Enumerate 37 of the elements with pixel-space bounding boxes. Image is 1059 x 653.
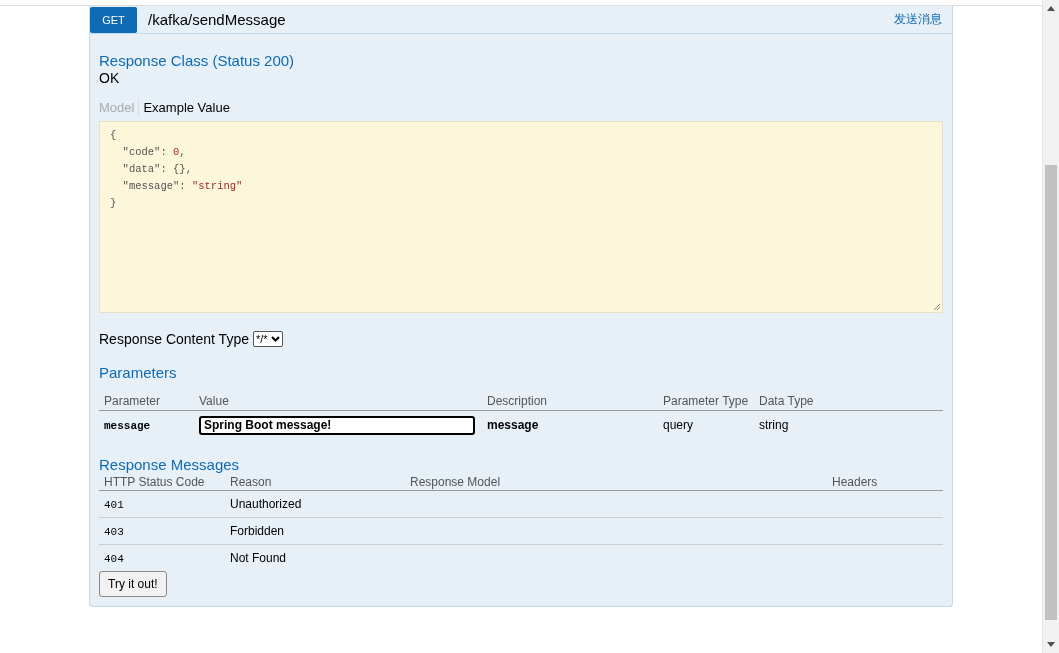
content-type-select[interactable]: */* — [252, 331, 283, 347]
model-tab[interactable]: Example Value — [138, 98, 234, 117]
status-code: 401 — [104, 499, 124, 511]
parameter-name: message — [104, 420, 151, 432]
parameter-description: message — [487, 418, 539, 432]
example-value-code: { "code": 0, "data": {}, "message": "string" } — [99, 121, 943, 313]
section-title: Parameters — [99, 364, 178, 381]
try-it-out-button[interactable]: Try it out! — [99, 571, 167, 597]
scroll-down-icon[interactable] — [1047, 642, 1055, 647]
column-header: Value — [199, 394, 229, 408]
column-header: Parameter Type — [663, 394, 749, 408]
column-header: HTTP Status Code — [104, 475, 205, 489]
status-code: 404 — [104, 553, 124, 565]
status-reason: Forbidden — [230, 524, 285, 538]
status-code: 403 — [104, 526, 124, 538]
scroll-up-icon[interactable] — [1047, 6, 1055, 11]
scrollbar-thumb[interactable] — [1045, 165, 1057, 620]
parameter-type: query — [663, 418, 694, 432]
summary-link[interactable]: 发送消息 — [894, 11, 942, 28]
parameter-value-field[interactable]: Spring Boot message! — [199, 415, 475, 435]
response-class-text: OK — [99, 70, 121, 86]
column-header: Data Type — [759, 394, 814, 408]
section-title: Response Messages — [99, 456, 241, 473]
data-type: string — [759, 418, 789, 432]
resize-grip-icon[interactable] — [933, 303, 941, 311]
column-header: Response Model — [410, 475, 501, 489]
column-header: Description — [487, 394, 548, 408]
section-title: Response Class (Status 200) — [99, 52, 296, 69]
status-reason: Not Found — [230, 551, 287, 565]
chevron-down-icon — [270, 336, 280, 342]
content-type-label: Response Content Type — [99, 331, 249, 347]
column-header: Parameter — [104, 394, 161, 408]
method-badge[interactable]: GET — [90, 6, 137, 33]
endpoint-path[interactable]: /kafka/sendMessage — [148, 11, 894, 28]
column-header: Reason — [230, 475, 272, 489]
column-header: Headers — [832, 475, 878, 489]
status-reason: Unauthorized — [230, 497, 302, 511]
